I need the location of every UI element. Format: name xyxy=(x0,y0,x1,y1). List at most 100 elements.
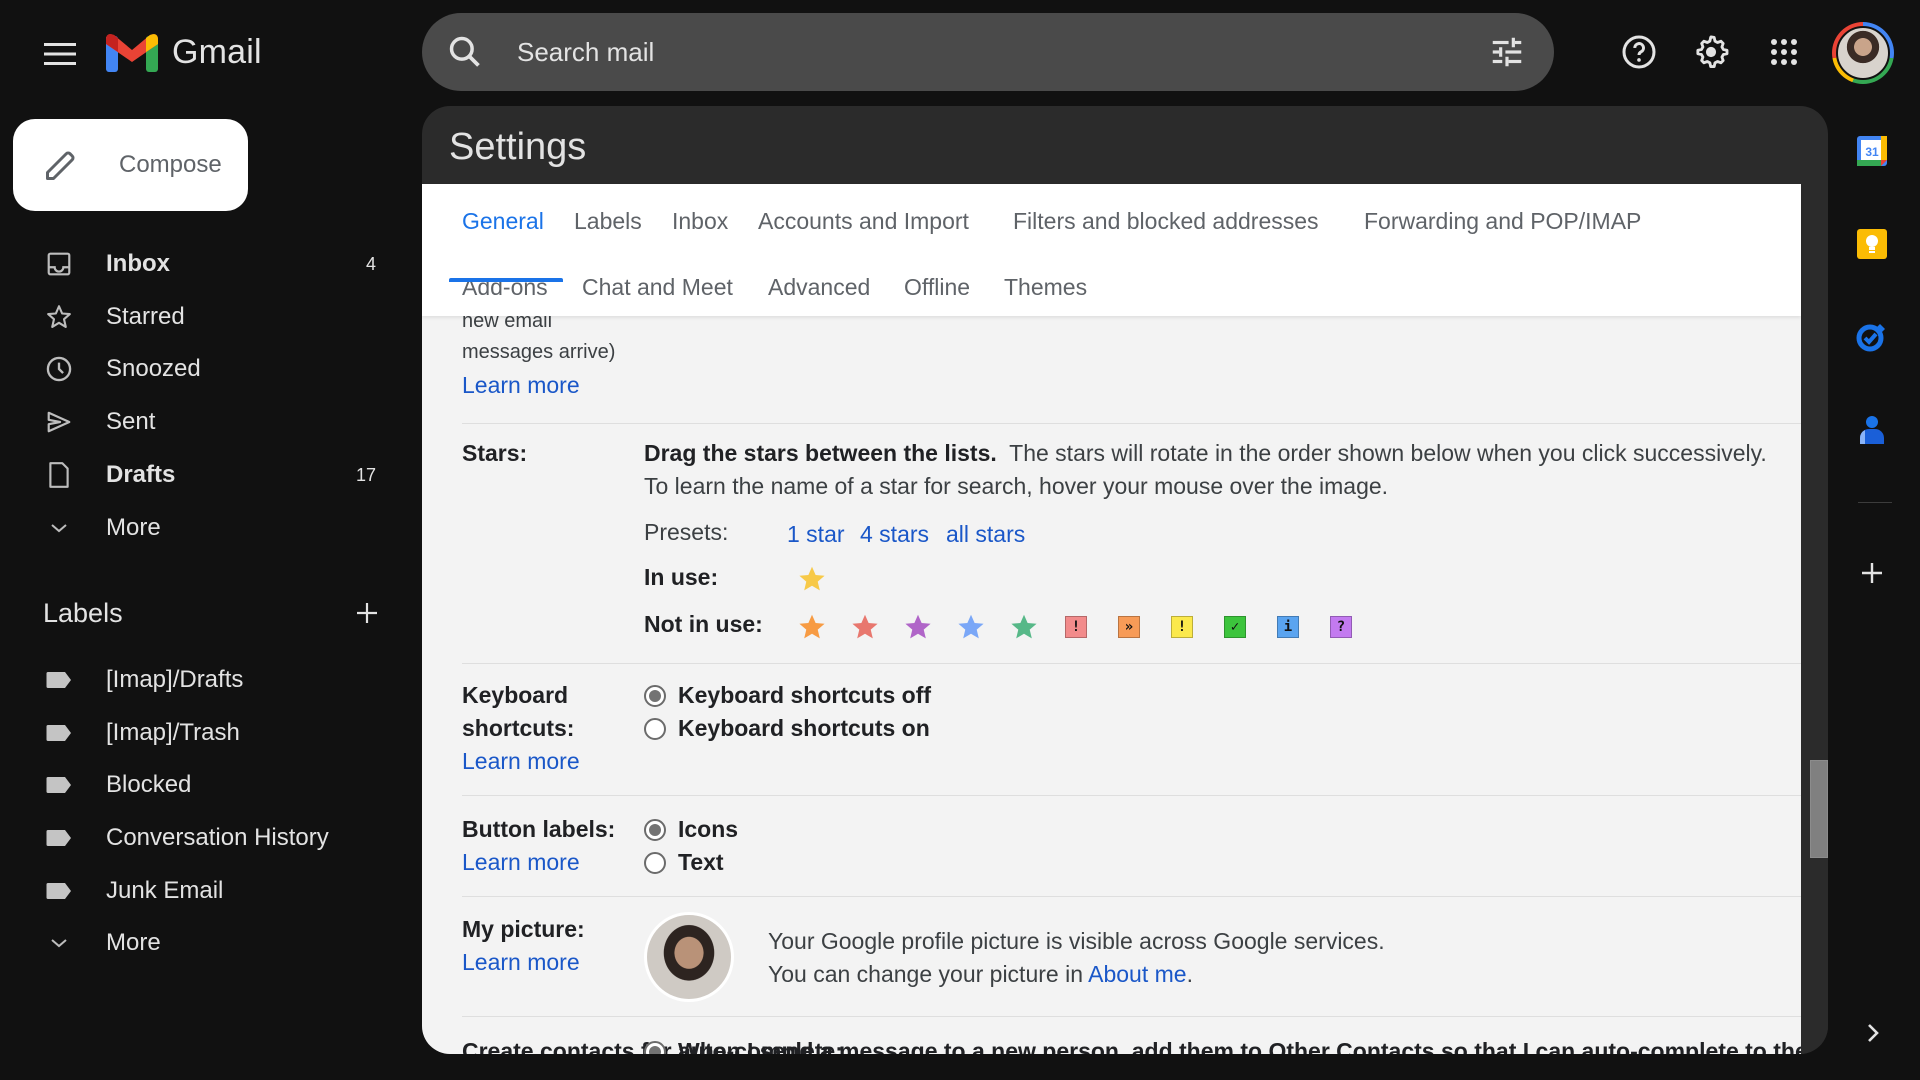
keyboard-shortcuts-off-label[interactable]: Keyboard shortcuts off xyxy=(678,682,931,709)
tasks-app-button[interactable] xyxy=(1852,317,1892,357)
label-item[interactable]: Conversation History xyxy=(0,813,400,863)
divider xyxy=(462,795,1801,796)
label-item-name: Blocked xyxy=(106,771,192,798)
keyboard-shortcuts-on-radio[interactable] xyxy=(644,718,666,740)
google-apps-button[interactable] xyxy=(1762,30,1806,74)
create-label-button[interactable] xyxy=(350,596,384,630)
main-menu-button[interactable] xyxy=(38,32,82,76)
tab-inbox[interactable]: Inbox xyxy=(672,208,728,235)
keep-app-button[interactable] xyxy=(1852,224,1892,264)
support-button[interactable] xyxy=(1617,30,1661,74)
button-labels-text-radio[interactable] xyxy=(644,852,666,874)
tab-forwarding-pop-imap[interactable]: Forwarding and POP/IMAP xyxy=(1364,208,1641,235)
keyboard-shortcuts-on-label[interactable]: Keyboard shortcuts on xyxy=(678,715,930,742)
green-star-icon[interactable] xyxy=(1010,613,1038,641)
sidebar-item-sent[interactable]: Sent xyxy=(0,397,400,447)
my-picture-learn-more-link[interactable]: Learn more xyxy=(462,949,580,976)
label-item-name: [Imap]/Trash xyxy=(106,719,240,746)
create-contacts-option[interactable]: When I send a message to a new person, a… xyxy=(678,1038,1801,1054)
clock-icon xyxy=(46,356,72,382)
search-icon[interactable] xyxy=(446,33,484,71)
about-me-link[interactable]: About me xyxy=(1088,961,1186,987)
contacts-icon xyxy=(1860,416,1884,444)
label-tag-icon xyxy=(46,883,71,899)
draft-icon xyxy=(49,462,69,488)
purple-star-icon[interactable] xyxy=(904,613,932,641)
plus-icon xyxy=(357,603,377,623)
my-picture-prefix: You can change your picture in xyxy=(768,961,1089,987)
keyboard-shortcuts-off-radio[interactable] xyxy=(644,685,666,707)
sidebar-item-inbox[interactable]: Inbox 4 xyxy=(0,239,400,289)
calendar-app-button[interactable]: 31 xyxy=(1852,131,1892,171)
green-check-icon[interactable]: ✓ xyxy=(1224,616,1246,638)
label-item[interactable]: [Imap]/Drafts xyxy=(0,655,400,705)
settings-button[interactable] xyxy=(1689,30,1733,74)
tab-advanced[interactable]: Advanced xyxy=(768,274,870,301)
sidebar-item-drafts[interactable]: Drafts 17 xyxy=(0,450,400,500)
tab-offline[interactable]: Offline xyxy=(904,274,970,301)
learn-more-link[interactable]: Learn more xyxy=(462,372,580,399)
compose-button[interactable]: Compose xyxy=(13,119,248,211)
search-bar[interactable]: Search mail xyxy=(422,13,1554,91)
settings-content: new email messages arrive) Learn more St… xyxy=(422,316,1801,1054)
preset-1-star-link[interactable]: 1 star xyxy=(787,521,845,548)
gmail-logo[interactable]: Gmail xyxy=(106,32,262,72)
yellow-bang-icon[interactable]: ! xyxy=(1171,616,1193,638)
sidebar-item-label: Snoozed xyxy=(106,355,201,382)
labels-heading: Labels xyxy=(43,598,123,628)
button-labels-learn-more-link[interactable]: Learn more xyxy=(462,849,580,876)
tab-labels[interactable]: Labels xyxy=(574,208,642,235)
button-labels-label: Button labels: xyxy=(462,816,616,842)
label-tag-icon xyxy=(46,725,71,741)
search-input[interactable]: Search mail xyxy=(517,37,654,68)
label-item[interactable]: Junk Email xyxy=(0,866,400,916)
account-avatar[interactable] xyxy=(1832,22,1894,84)
stars-desc-bold: Drag the stars between the lists. xyxy=(644,440,997,466)
orange-guillemet-icon[interactable]: » xyxy=(1118,616,1140,638)
label-tag-icon xyxy=(46,777,71,793)
scrollbar-thumb[interactable] xyxy=(1810,760,1828,858)
tab-themes[interactable]: Themes xyxy=(1004,274,1087,301)
contacts-app-button[interactable] xyxy=(1852,410,1892,450)
orange-star-icon[interactable] xyxy=(798,613,826,641)
sidebar-item-more[interactable]: More xyxy=(0,503,400,553)
purple-question-icon[interactable]: ? xyxy=(1330,616,1352,638)
blue-star-icon[interactable] xyxy=(957,613,985,641)
label-item-name: Junk Email xyxy=(106,877,224,904)
sidebar-item-starred[interactable]: Starred xyxy=(0,292,400,342)
my-picture-text: Your Google profile picture is visible a… xyxy=(768,928,1385,954)
scrollbar-track[interactable] xyxy=(1801,316,1828,1054)
label-item[interactable]: [Imap]/Trash xyxy=(0,708,400,758)
sidebar-item-label: Drafts xyxy=(106,461,176,488)
calendar-day: 31 xyxy=(1865,145,1879,159)
pencil-icon xyxy=(46,151,75,180)
stars-description-line2: To learn the name of a star for search, … xyxy=(644,473,1389,499)
labels-more[interactable]: More xyxy=(0,918,400,968)
keyboard-learn-more-link[interactable]: Learn more xyxy=(462,748,580,775)
sidebar-item-snoozed[interactable]: Snoozed xyxy=(0,344,400,394)
show-side-panel-button[interactable] xyxy=(1860,1018,1886,1048)
tasks-icon xyxy=(1856,324,1885,352)
prev-section-text: new email xyxy=(462,316,553,332)
tab-filters-and-blocked[interactable]: Filters and blocked addresses xyxy=(1013,208,1319,235)
blue-info-icon[interactable]: i xyxy=(1277,616,1299,638)
gmail-m-icon xyxy=(106,34,158,72)
button-labels-icons-radio[interactable] xyxy=(644,819,666,841)
button-labels-text-label[interactable]: Text xyxy=(678,849,724,876)
preset-4-stars-link[interactable]: 4 stars xyxy=(860,521,929,548)
label-item[interactable]: Blocked xyxy=(0,760,400,810)
get-addons-button[interactable] xyxy=(1855,556,1889,590)
divider xyxy=(462,423,1801,424)
tab-accounts-and-import[interactable]: Accounts and Import xyxy=(758,208,969,235)
gmail-wordmark: Gmail xyxy=(172,32,262,71)
tab-chat-and-meet[interactable]: Chat and Meet xyxy=(582,274,733,301)
yellow-star-icon[interactable] xyxy=(798,565,826,593)
divider xyxy=(462,896,1801,897)
tab-general[interactable]: General xyxy=(462,208,544,235)
active-tab-indicator xyxy=(449,278,563,282)
button-labels-icons-label[interactable]: Icons xyxy=(678,816,738,843)
search-options-icon[interactable] xyxy=(1488,33,1526,71)
preset-all-stars-link[interactable]: all stars xyxy=(946,521,1025,548)
red-bang-icon[interactable]: ! xyxy=(1065,616,1087,638)
red-star-icon[interactable] xyxy=(851,613,879,641)
